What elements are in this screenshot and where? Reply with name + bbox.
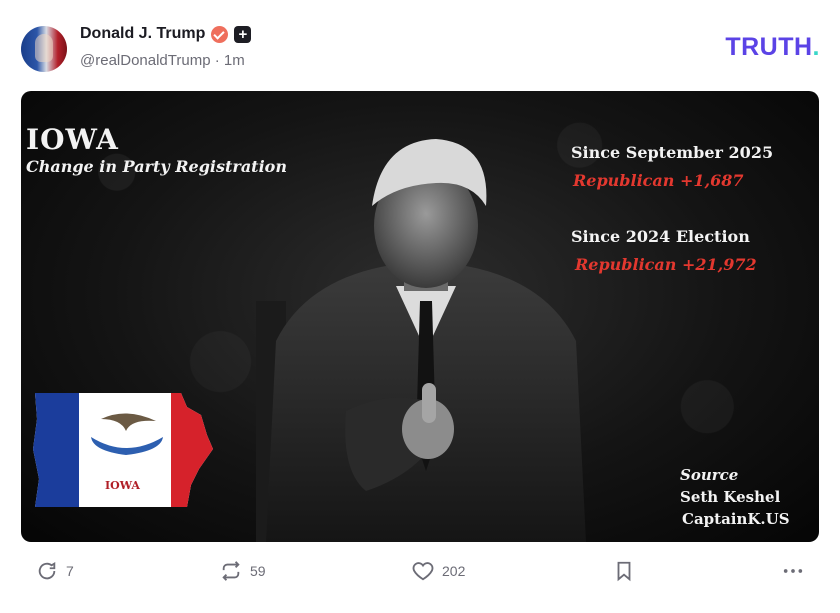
more-button[interactable] xyxy=(782,560,804,582)
author-row: Donald J. Trump + xyxy=(80,25,252,43)
avatar[interactable] xyxy=(21,26,67,72)
reply-count: 7 xyxy=(66,563,74,579)
map-label: IOWA xyxy=(105,479,140,492)
like-icon xyxy=(412,562,434,581)
post-header: Donald J. Trump + @realDonaldTrump · 1m … xyxy=(0,0,840,90)
retruth-count: 59 xyxy=(250,563,266,579)
more-icon xyxy=(783,569,803,573)
stat1-label: Since September 2025 xyxy=(571,143,774,162)
source-label: Source xyxy=(680,466,739,484)
logo-dot: . xyxy=(812,33,820,61)
bookmark-icon xyxy=(617,561,631,582)
reply-icon xyxy=(38,562,56,580)
stat2-label: Since 2024 Election xyxy=(571,227,750,246)
author-handle-time[interactable]: @realDonaldTrump · 1m xyxy=(80,52,245,69)
figure-silhouette xyxy=(256,139,586,542)
stat1-value: Republican +1,687 xyxy=(573,171,744,190)
truth-logo[interactable]: TRUTH. xyxy=(725,33,820,62)
verified-icon xyxy=(211,25,229,43)
post-actions: 7 59 202 xyxy=(0,560,840,594)
stat2-value: Republican +21,972 xyxy=(575,255,757,274)
post-image[interactable]: IOWA Change in Party Registration Since … xyxy=(21,91,819,542)
image-subtitle: Change in Party Registration xyxy=(26,157,287,176)
image-title: IOWA xyxy=(26,123,119,156)
retruth-button[interactable]: 59 xyxy=(220,560,266,582)
like-button[interactable]: 202 xyxy=(412,560,465,582)
logo-text: TRUTH xyxy=(725,33,813,61)
reply-button[interactable]: 7 xyxy=(36,560,74,582)
like-count: 202 xyxy=(442,563,466,579)
plus-icon: + xyxy=(234,25,252,43)
retruth-icon xyxy=(222,561,240,581)
bookmark-button[interactable] xyxy=(614,560,634,582)
source-name: Seth Keshel xyxy=(680,488,781,506)
source-handle: CaptainK.US xyxy=(682,510,790,528)
iowa-flag-map xyxy=(33,393,213,507)
author-name[interactable]: Donald J. Trump xyxy=(80,25,205,43)
